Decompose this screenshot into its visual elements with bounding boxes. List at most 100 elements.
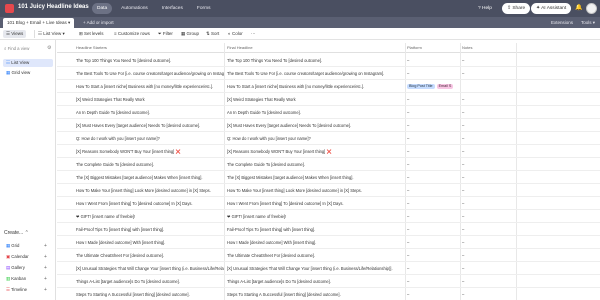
create-gallery-item[interactable]: ▤ Gallery bbox=[6, 265, 25, 271]
cell-notes[interactable]: – bbox=[462, 54, 514, 67]
cell-platform[interactable]: – bbox=[407, 132, 459, 145]
cell-platform[interactable]: – bbox=[407, 158, 459, 171]
customize-rows-button[interactable]: ≡ Customize rows bbox=[114, 28, 150, 40]
cell-final-headline[interactable]: An In Depth Guide To [desired outcome]. bbox=[227, 106, 405, 119]
cell-platform[interactable]: – bbox=[407, 275, 459, 288]
cell-platform[interactable]: – bbox=[407, 93, 459, 106]
filter-button[interactable]: ⏷ Filter bbox=[158, 28, 173, 40]
cell-final-headline[interactable]: ❤ GIFT! [insert name of freebie]! bbox=[227, 210, 405, 223]
cell-headline-starter[interactable]: The Top 100 Things You Need To [desired … bbox=[76, 54, 224, 67]
cell-final-headline[interactable]: How To Start a [insert niche] Business w… bbox=[227, 80, 405, 93]
create-timeline-item[interactable]: ☰ Timeline bbox=[6, 287, 27, 293]
table-row[interactable]: How To Start a [insert niche] Business w… bbox=[57, 80, 600, 93]
cell-final-headline[interactable]: The Top 100 Things You Need To [desired … bbox=[227, 54, 405, 67]
table-row[interactable]: [X] Reasons Somebody WON'T Buy Your [ins… bbox=[57, 145, 600, 158]
plus-icon[interactable]: + bbox=[44, 265, 47, 271]
cell-platform[interactable]: – bbox=[407, 236, 459, 249]
cell-headline-starter[interactable]: [X] Unusual Strategies That Will Change … bbox=[76, 262, 224, 275]
add-or-import-button[interactable]: + Add or import bbox=[83, 17, 114, 28]
ai-assistant-button[interactable]: ✦ AI Assistant bbox=[531, 3, 572, 14]
cell-final-headline[interactable]: The [X] Biggest Mistakes [target audienc… bbox=[227, 171, 405, 184]
cell-headline-starter[interactable]: How To Make Your [insert thing] Look Mor… bbox=[76, 184, 224, 197]
cell-platform[interactable]: – bbox=[407, 184, 459, 197]
sidebar-item-list-view[interactable]: ☷ List View bbox=[3, 59, 53, 67]
group-button[interactable]: ▦ Group bbox=[181, 28, 199, 40]
avatar[interactable] bbox=[586, 3, 597, 14]
cell-headline-starter[interactable]: [X] Reasons Somebody WON'T Buy Your [ins… bbox=[76, 145, 224, 158]
cell-notes[interactable]: – bbox=[462, 184, 514, 197]
chevron-down-icon[interactable]: ▾ bbox=[80, 4, 83, 10]
nav-tab-forms[interactable]: Forms bbox=[192, 3, 216, 14]
table-row[interactable]: [X] Must Haves Every [target audience] N… bbox=[57, 119, 600, 132]
cell-notes[interactable]: – bbox=[462, 288, 514, 300]
cell-notes[interactable]: – bbox=[462, 119, 514, 132]
table-row[interactable]: Q: How do I work with you [insert your n… bbox=[57, 132, 600, 145]
cell-headline-starter[interactable]: Steps To Starting A Successful [insert t… bbox=[76, 288, 224, 300]
cell-platform[interactable]: – bbox=[407, 171, 459, 184]
cell-final-headline[interactable]: Fail-Proof Tips To [insert thing] with [… bbox=[227, 223, 405, 236]
cell-headline-starter[interactable]: An In Depth Guide To [desired outcome]. bbox=[76, 106, 224, 119]
cell-notes[interactable]: – bbox=[462, 158, 514, 171]
cell-platform[interactable]: – bbox=[407, 67, 459, 80]
cell-final-headline[interactable]: How I Went From [insert thing] To [desir… bbox=[227, 197, 405, 210]
set-levels-button[interactable]: ⊞ Set levels bbox=[79, 28, 104, 40]
cell-platform[interactable]: – bbox=[407, 223, 459, 236]
nav-tab-automations[interactable]: Automations bbox=[116, 3, 153, 14]
cell-platform[interactable]: – bbox=[407, 249, 459, 262]
cell-headline-starter[interactable]: Q: How do I work with you [insert your n… bbox=[76, 132, 224, 145]
table-row[interactable]: Steps To Starting A Successful [insert t… bbox=[57, 288, 600, 300]
cell-final-headline[interactable]: [X] Unusual Strategies That Will Change … bbox=[227, 262, 405, 275]
cell-final-headline[interactable]: Steps To Starting A Successful [insert t… bbox=[227, 288, 405, 300]
sidebar-item-grid-view[interactable]: ▦ Grid view bbox=[3, 69, 53, 77]
cell-platform[interactable]: – bbox=[407, 106, 459, 119]
cell-platform[interactable]: – bbox=[407, 262, 459, 275]
cell-notes[interactable]: – bbox=[462, 93, 514, 106]
table-row[interactable]: An In Depth Guide To [desired outcome]. A… bbox=[57, 106, 600, 119]
cell-final-headline[interactable]: The Ultimate CheatSheet For [desired out… bbox=[227, 249, 405, 262]
plus-icon[interactable]: + bbox=[44, 287, 47, 293]
views-button[interactable]: ☰ Views bbox=[3, 30, 27, 38]
help-button[interactable]: ? Help bbox=[478, 3, 492, 14]
cell-final-headline[interactable]: The Best Tools To Use For [i.e. course c… bbox=[227, 67, 405, 80]
create-calendar-item[interactable]: ▣ Calendar bbox=[6, 254, 29, 260]
cell-headline-starter[interactable]: How I Made [desired outcome] With [inser… bbox=[76, 236, 224, 249]
cell-headline-starter[interactable]: The Ultimate CheatSheet For [desired out… bbox=[76, 249, 224, 262]
table-row[interactable]: Things A-List [target audience]s Do To [… bbox=[57, 275, 600, 288]
cell-platform[interactable]: Blog Post Title Email S bbox=[407, 80, 459, 93]
table-row[interactable]: The Complete Guide To [desired outcome].… bbox=[57, 158, 600, 171]
table-row[interactable]: The [X] Biggest Mistakes [target audienc… bbox=[57, 171, 600, 184]
cell-platform[interactable]: – bbox=[407, 288, 459, 300]
table-row[interactable]: The Ultimate CheatSheet For [desired out… bbox=[57, 249, 600, 262]
plus-icon[interactable]: + bbox=[44, 276, 47, 282]
cell-final-headline[interactable]: [X] Must Haves Every [target audience] N… bbox=[227, 119, 405, 132]
cell-notes[interactable]: – bbox=[462, 197, 514, 210]
cell-notes[interactable]: – bbox=[462, 262, 514, 275]
extensions-button[interactable]: Extensions bbox=[551, 17, 573, 28]
cell-headline-starter[interactable]: How I Went From [insert thing] To [desir… bbox=[76, 197, 224, 210]
cell-final-headline[interactable]: Q: How do I work with you [insert your n… bbox=[227, 132, 405, 145]
cell-platform[interactable]: – bbox=[407, 145, 459, 158]
cell-platform[interactable]: – bbox=[407, 210, 459, 223]
cell-notes[interactable]: – bbox=[462, 106, 514, 119]
cell-headline-starter[interactable]: Things A-List [target audience]s Do To [… bbox=[76, 275, 224, 288]
plus-icon[interactable]: + bbox=[44, 243, 47, 249]
table-row[interactable]: How To Make Your [insert thing] Look Mor… bbox=[57, 184, 600, 197]
cell-final-headline[interactable]: How To Make Your [insert thing] Look Mor… bbox=[227, 184, 405, 197]
cell-headline-starter[interactable]: How To Start a [insert niche] Business w… bbox=[76, 80, 224, 93]
cell-final-headline[interactable]: [X] Weird Strategies That Really Work bbox=[227, 93, 405, 106]
cell-notes[interactable]: – bbox=[462, 275, 514, 288]
share-button[interactable]: ⇪ Share bbox=[502, 3, 531, 14]
create-grid-item[interactable]: ▦ Grid bbox=[6, 243, 19, 249]
cell-platform[interactable]: – bbox=[407, 54, 459, 67]
more-options-icon[interactable]: ⋯ bbox=[251, 28, 256, 40]
column-header-final-headline[interactable]: Final Headline bbox=[227, 43, 253, 53]
table-tab-active[interactable]: 101 Blog + Email + Live Ideas ▾ bbox=[3, 18, 75, 28]
cell-notes[interactable]: – bbox=[462, 223, 514, 236]
cell-notes[interactable]: – bbox=[462, 210, 514, 223]
column-header-platform[interactable]: Platform bbox=[407, 43, 422, 53]
view-switcher[interactable]: ☷ List View ▾ bbox=[38, 28, 65, 40]
app-logo[interactable] bbox=[5, 4, 14, 13]
bell-icon[interactable]: 🔔 bbox=[575, 3, 582, 14]
plus-icon[interactable]: + bbox=[44, 254, 47, 260]
cell-platform[interactable]: – bbox=[407, 119, 459, 132]
